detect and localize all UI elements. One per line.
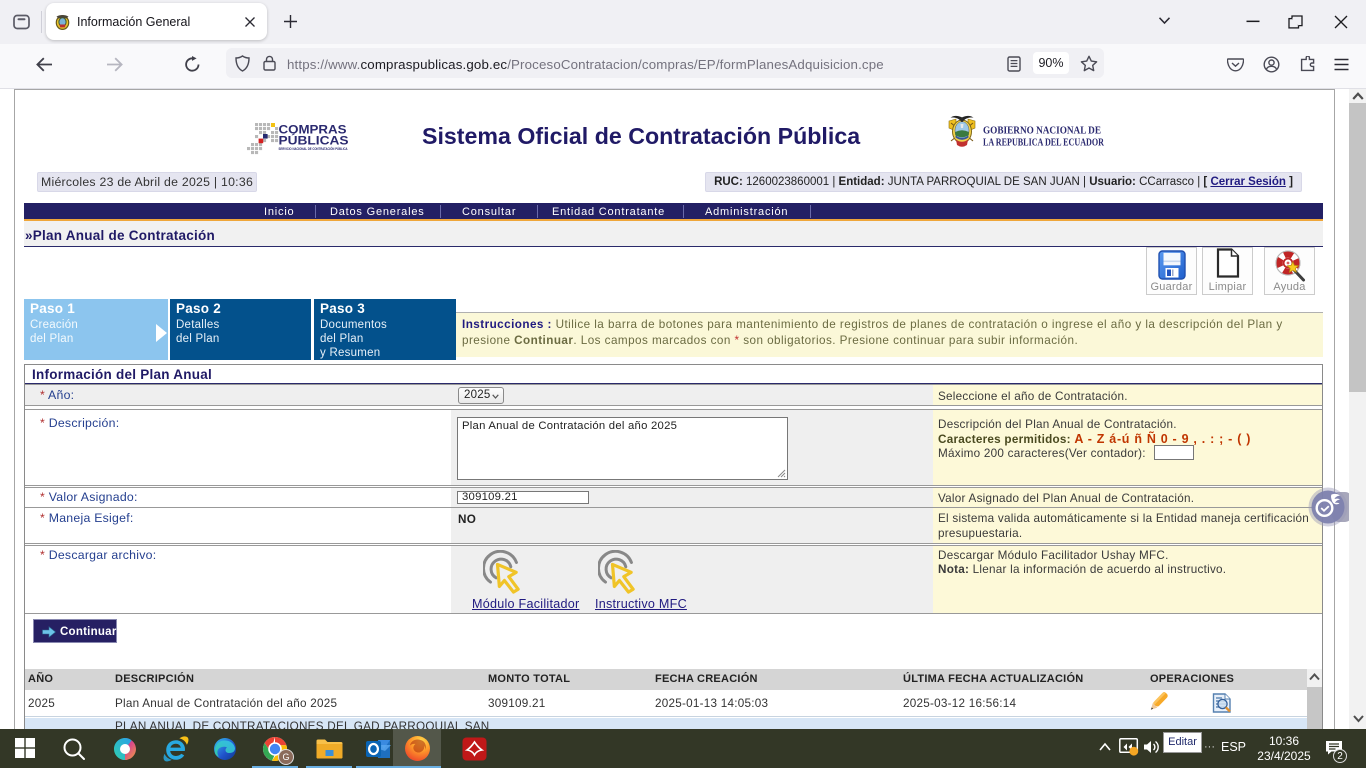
svg-text:LA REPUBLICA DEL ECUADOR: LA REPUBLICA DEL ECUADOR — [983, 138, 1104, 149]
svg-text:GOBIERNO NACIONAL DE: GOBIERNO NACIONAL DE — [983, 126, 1101, 137]
svg-text:PÚBLICAS: PÚBLICAS — [279, 133, 349, 148]
svg-text:SERVICIO NACIONAL DE CONTRATAC: SERVICIO NACIONAL DE CONTRATACIÓN PÚBLIC… — [279, 146, 349, 151]
